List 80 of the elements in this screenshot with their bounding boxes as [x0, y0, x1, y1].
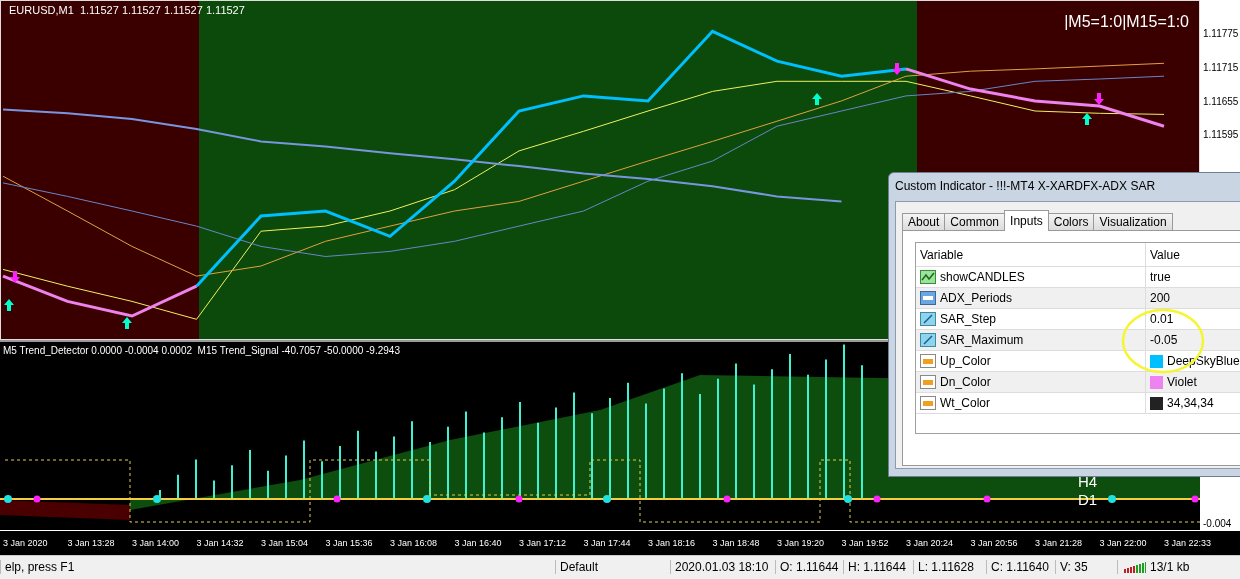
time-label: 3 Jan 19:20: [776, 536, 826, 550]
up-arrow: [1082, 113, 1092, 125]
variable-value[interactable]: 34,34,34: [1167, 396, 1214, 410]
signal-dot: [873, 495, 881, 503]
up-arrow: [4, 299, 14, 311]
time-label: 3 Jan 22:33: [1163, 536, 1213, 550]
column-header[interactable]: Variable: [920, 247, 964, 262]
signal-dot: [4, 495, 12, 503]
time-label: 3 Jan 15:04: [260, 536, 310, 550]
indicator-header: M5 Trend_Detector 0.0000 -0.0004 0.0002 M15 Trend_Signal -40.7057 -50.0000 -9.2943: [3, 345, 400, 356]
time-label: 3 Jan 16:08: [389, 536, 439, 550]
dialog-tab[interactable]: About: [902, 213, 946, 231]
time-label: 3 Jan 15:36: [324, 536, 374, 550]
time-label: 3 Jan 22:00: [1098, 536, 1148, 550]
signal-dot: [1108, 495, 1116, 503]
time-label: 3 Jan 17:12: [518, 536, 568, 550]
variable-value[interactable]: Violet: [1167, 375, 1197, 389]
time-label: 3 Jan 2020: [2, 536, 49, 550]
status-text: 2020.01.03 18:10: [670, 560, 775, 575]
price-label: 1.11595: [1203, 129, 1239, 142]
column-header[interactable]: Value: [1150, 247, 1180, 262]
variable-value[interactable]: -0.05: [1150, 333, 1178, 347]
up-arrow: [122, 317, 132, 329]
dialog-tab[interactable]: Common: [944, 213, 1006, 231]
indicator-axis-label: -0.004: [1203, 518, 1232, 530]
variable-value[interactable]: 0.01: [1150, 312, 1174, 326]
time-label: 3 Jan 19:52: [840, 536, 890, 550]
time-label: 3 Jan 17:44: [582, 536, 632, 550]
price-label: 1.11655: [1203, 95, 1239, 108]
signal-dot: [515, 495, 523, 503]
variable-name: SAR_Step: [940, 312, 997, 326]
variable-name: Wt_Color: [940, 396, 990, 410]
signal-dot: [33, 495, 41, 503]
variable-name: SAR_Maximum: [940, 333, 1024, 347]
time-label: 3 Jan 14:00: [131, 536, 181, 550]
status-text: C: 1.11640: [986, 560, 1055, 575]
price-label: 1.11715: [1203, 61, 1239, 74]
time-label: 3 Jan 14:32: [195, 536, 245, 550]
status-text: L: 1.11628: [913, 560, 986, 575]
signal-bars-icon: [1124, 561, 1146, 574]
signal-dot: [723, 495, 731, 503]
variable-value[interactable]: true: [1150, 270, 1171, 284]
time-label: 3 Jan 20:56: [969, 536, 1019, 550]
variable-name: showCANDLES: [940, 270, 1025, 284]
time-label: 3 Jan 18:48: [711, 536, 761, 550]
signal-dot: [983, 495, 991, 503]
signal-dot: [153, 495, 161, 503]
dialog-title: Custom Indicator - !!!-MT4 X-XARDFX-ADX SAR: [894, 178, 1157, 195]
timeframe-label: H4: [1078, 474, 1098, 490]
dialog-tab[interactable]: Visualization: [1093, 213, 1173, 231]
variable-name: Up_Color: [940, 354, 991, 368]
traffic-text: 13/1 kb: [1150, 560, 1190, 575]
status-text: O: 1.11644: [775, 560, 843, 575]
variable-name: Dn_Color: [940, 375, 991, 389]
down-arrow: [892, 63, 902, 75]
variable-name: ADX_Periods: [940, 291, 1013, 305]
signal-dot: [603, 495, 611, 503]
up-arrow: [812, 93, 822, 105]
time-label: 3 Jan 18:16: [647, 536, 697, 550]
dialog-tab[interactable]: Inputs: [1004, 210, 1049, 231]
signal-dot: [423, 495, 431, 503]
down-arrow: [10, 271, 20, 283]
variable-value[interactable]: 200: [1150, 291, 1171, 305]
time-label: 3 Jan 13:28: [66, 536, 116, 550]
status-text: Default: [555, 560, 670, 575]
chart-header: EURUSD,M1 1.11527 1.11527 1.11527 1.11527: [9, 4, 245, 16]
time-label: 3 Jan 20:24: [905, 536, 955, 550]
signal-dot: [333, 495, 341, 503]
status-text: H: 1.11644: [843, 560, 913, 575]
signal-label: |M5=1:0|M15=1:0: [1064, 13, 1189, 31]
status-text: V: 35: [1055, 560, 1117, 575]
time-label: 3 Jan 21:28: [1034, 536, 1084, 550]
signal-dot: [844, 495, 852, 503]
status-text: elp, press F1: [0, 560, 555, 575]
time-label: 3 Jan 16:40: [453, 536, 503, 550]
price-label: 1.11775: [1203, 28, 1239, 41]
signal-dot: [1191, 495, 1199, 503]
down-arrow: [1094, 93, 1104, 105]
dialog-tab[interactable]: Colors: [1047, 213, 1095, 231]
chart-icon: [920, 270, 936, 284]
